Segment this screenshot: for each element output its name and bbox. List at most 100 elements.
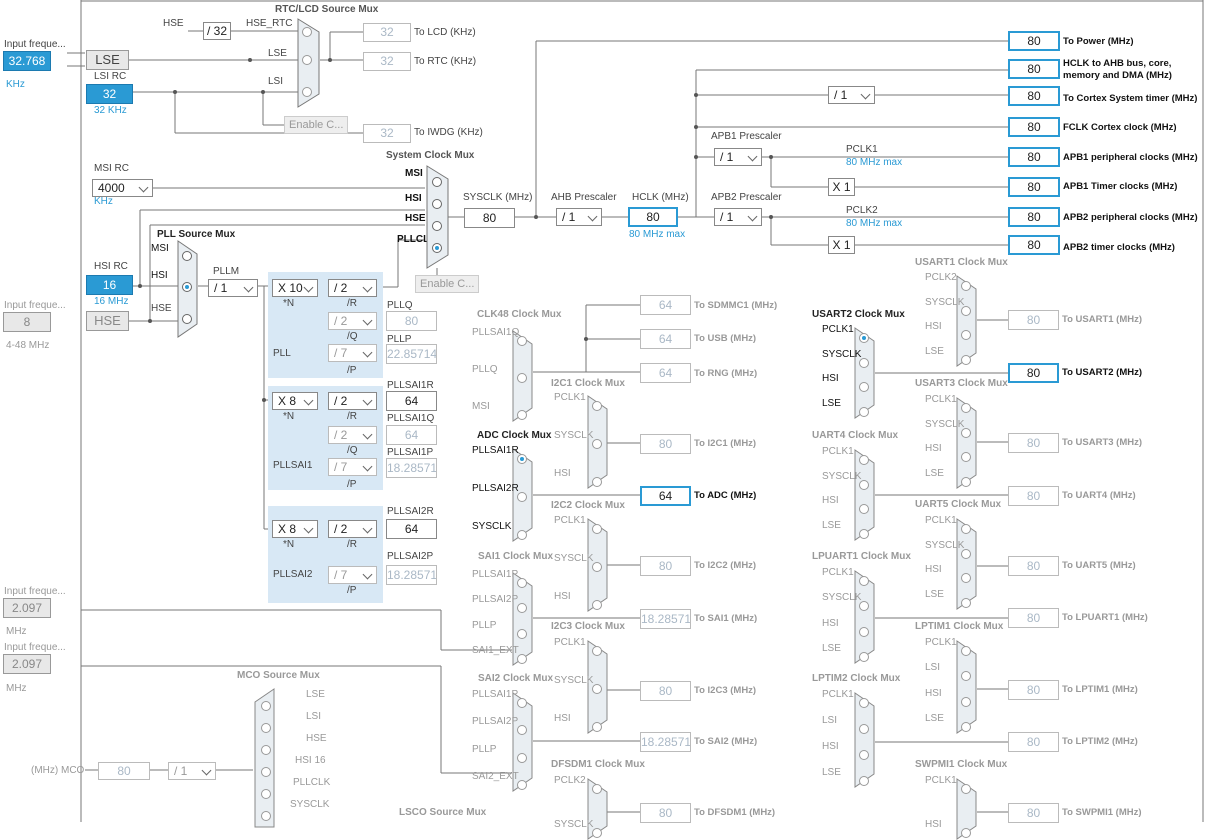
- hclk-ahb-output[interactable]: 80: [1008, 59, 1060, 79]
- i2c2-radio-2[interactable]: [592, 600, 602, 610]
- swpmi1-radio-0[interactable]: [961, 784, 971, 794]
- rtc-radio-lsi[interactable]: [302, 87, 312, 97]
- apb1-timer-output[interactable]: 80: [1008, 177, 1060, 197]
- i2c1-radio-2[interactable]: [592, 477, 602, 487]
- mco-radio-2[interactable]: [261, 745, 271, 755]
- usart2-radio-0[interactable]: [859, 333, 869, 343]
- pllsai2-n-select[interactable]: X 8: [272, 520, 318, 538]
- hclk-value[interactable]: 80: [628, 207, 678, 227]
- mco-radio-3[interactable]: [261, 767, 271, 777]
- hse-oscillator[interactable]: HSE: [86, 311, 129, 331]
- uart5-radio-0[interactable]: [961, 524, 971, 534]
- mco-radio-4[interactable]: [261, 789, 271, 799]
- usart3-radio-1[interactable]: [961, 427, 971, 438]
- usart2-output[interactable]: 80: [1008, 363, 1059, 383]
- usart2-radio-1[interactable]: [859, 357, 869, 368]
- usart3-radio-0[interactable]: [961, 403, 971, 413]
- pllsai1-n-select[interactable]: X 8: [272, 392, 318, 410]
- clk48-radio-2[interactable]: [517, 410, 527, 420]
- ahb-prescaler-select[interactable]: / 1: [556, 208, 602, 226]
- apb2-prescaler-select[interactable]: / 1: [714, 208, 762, 226]
- hsi-rc-value[interactable]: 16: [86, 275, 133, 295]
- lptim1-radio-3[interactable]: [961, 722, 971, 732]
- lse-frequency-input[interactable]: 32.768: [3, 51, 51, 71]
- lptim1-radio-0[interactable]: [961, 646, 971, 656]
- pllsai1-r-select[interactable]: / 2: [328, 392, 377, 410]
- sysclk-value[interactable]: 80: [464, 208, 515, 228]
- sai1-radio-0[interactable]: [517, 578, 527, 588]
- pllsai1-p-select[interactable]: / 7: [328, 458, 377, 476]
- apb2-timer-output[interactable]: 80: [1008, 235, 1060, 255]
- mco-radio-0[interactable]: [261, 701, 271, 711]
- uart4-radio-3[interactable]: [859, 529, 869, 539]
- lptim2-radio-0[interactable]: [859, 698, 869, 708]
- uart5-radio-1[interactable]: [961, 548, 971, 559]
- lptim2-radio-2[interactable]: [859, 750, 869, 760]
- i2c1-radio-1[interactable]: [592, 439, 602, 449]
- rtc-radio-lse[interactable]: [302, 55, 312, 65]
- sysmux-radio-pllclk[interactable]: [432, 243, 442, 253]
- usart1-radio-3[interactable]: [961, 355, 971, 365]
- i2c3-radio-1[interactable]: [592, 684, 602, 694]
- sai2-radio-2[interactable]: [517, 752, 527, 763]
- lsi-rc-value[interactable]: 32: [86, 84, 133, 104]
- input2-frequency[interactable]: 2.097: [3, 598, 51, 618]
- pll-src-radio-hsi[interactable]: [182, 282, 192, 292]
- uart4-radio-1[interactable]: [859, 479, 869, 490]
- adc-output[interactable]: 64: [640, 486, 691, 506]
- i2c1-radio-0[interactable]: [592, 401, 602, 411]
- lpuart1-radio-2[interactable]: [859, 626, 869, 637]
- pll-r-select[interactable]: / 2: [328, 279, 377, 297]
- i2c2-radio-1[interactable]: [592, 562, 602, 572]
- mco-radio-5[interactable]: [261, 811, 271, 821]
- i2c2-radio-0[interactable]: [592, 524, 602, 534]
- swpmi1-radio-1[interactable]: [961, 828, 971, 838]
- pll-src-radio-msi[interactable]: [182, 251, 192, 261]
- hse-frequency-input[interactable]: 8: [3, 312, 51, 332]
- lptim2-radio-3[interactable]: [859, 776, 869, 786]
- rtc-enable-css-button[interactable]: Enable C...: [284, 116, 349, 134]
- usart1-radio-0[interactable]: [961, 281, 971, 291]
- sai1-radio-2[interactable]: [517, 628, 527, 639]
- pllsai2-p-select[interactable]: / 7: [328, 566, 377, 584]
- clk48-radio-0[interactable]: [517, 336, 527, 346]
- sai2-radio-3[interactable]: [517, 780, 527, 790]
- cortex-timer-output[interactable]: 80: [1008, 86, 1060, 106]
- adc-radio-2[interactable]: [517, 530, 527, 540]
- rtc-radio-hse[interactable]: [302, 27, 312, 37]
- lptim2-radio-1[interactable]: [859, 724, 869, 734]
- usart1-radio-1[interactable]: [961, 305, 971, 316]
- adc-radio-1[interactable]: [517, 492, 527, 502]
- dfsdm-radio-0[interactable]: [592, 784, 602, 794]
- adc-radio-0[interactable]: [517, 454, 527, 464]
- sysmux-radio-msi[interactable]: [432, 177, 442, 187]
- mco-radio-1[interactable]: [261, 723, 271, 733]
- mco-divider-select[interactable]: / 1: [168, 762, 216, 780]
- input3-frequency[interactable]: 2.097: [3, 654, 51, 674]
- apb2-peripheral-output[interactable]: 80: [1008, 207, 1060, 227]
- sai2-radio-0[interactable]: [517, 698, 527, 708]
- lptim1-radio-2[interactable]: [961, 696, 971, 707]
- pll-p-select[interactable]: / 7: [328, 344, 377, 362]
- clk48-radio-1[interactable]: [517, 373, 527, 383]
- pll-n-select[interactable]: X 10: [272, 279, 318, 297]
- msi-range-select[interactable]: 4000: [92, 179, 153, 197]
- lse-oscillator[interactable]: LSE: [86, 50, 129, 70]
- pllsai1-q-select[interactable]: / 2: [328, 426, 377, 444]
- pllsai2-r-select[interactable]: / 2: [328, 520, 377, 538]
- sysmux-radio-hsi[interactable]: [432, 199, 442, 209]
- lpuart1-radio-3[interactable]: [859, 652, 869, 662]
- power-output[interactable]: 80: [1008, 31, 1060, 51]
- apb1-peripheral-output[interactable]: 80: [1008, 147, 1060, 167]
- fclk-output[interactable]: 80: [1008, 117, 1060, 137]
- sai1-radio-3[interactable]: [517, 654, 527, 664]
- lpuart1-radio-0[interactable]: [859, 576, 869, 586]
- pll-q-select[interactable]: / 2: [328, 312, 377, 330]
- uart5-radio-3[interactable]: [961, 598, 971, 608]
- apb1-prescaler-select[interactable]: / 1: [714, 148, 762, 166]
- sysmux-radio-hse[interactable]: [432, 221, 442, 231]
- uart4-radio-0[interactable]: [859, 455, 869, 465]
- usart2-radio-3[interactable]: [859, 407, 869, 417]
- pllm-select[interactable]: / 1: [208, 279, 258, 297]
- cortex-timer-divider-select[interactable]: / 1: [828, 86, 875, 104]
